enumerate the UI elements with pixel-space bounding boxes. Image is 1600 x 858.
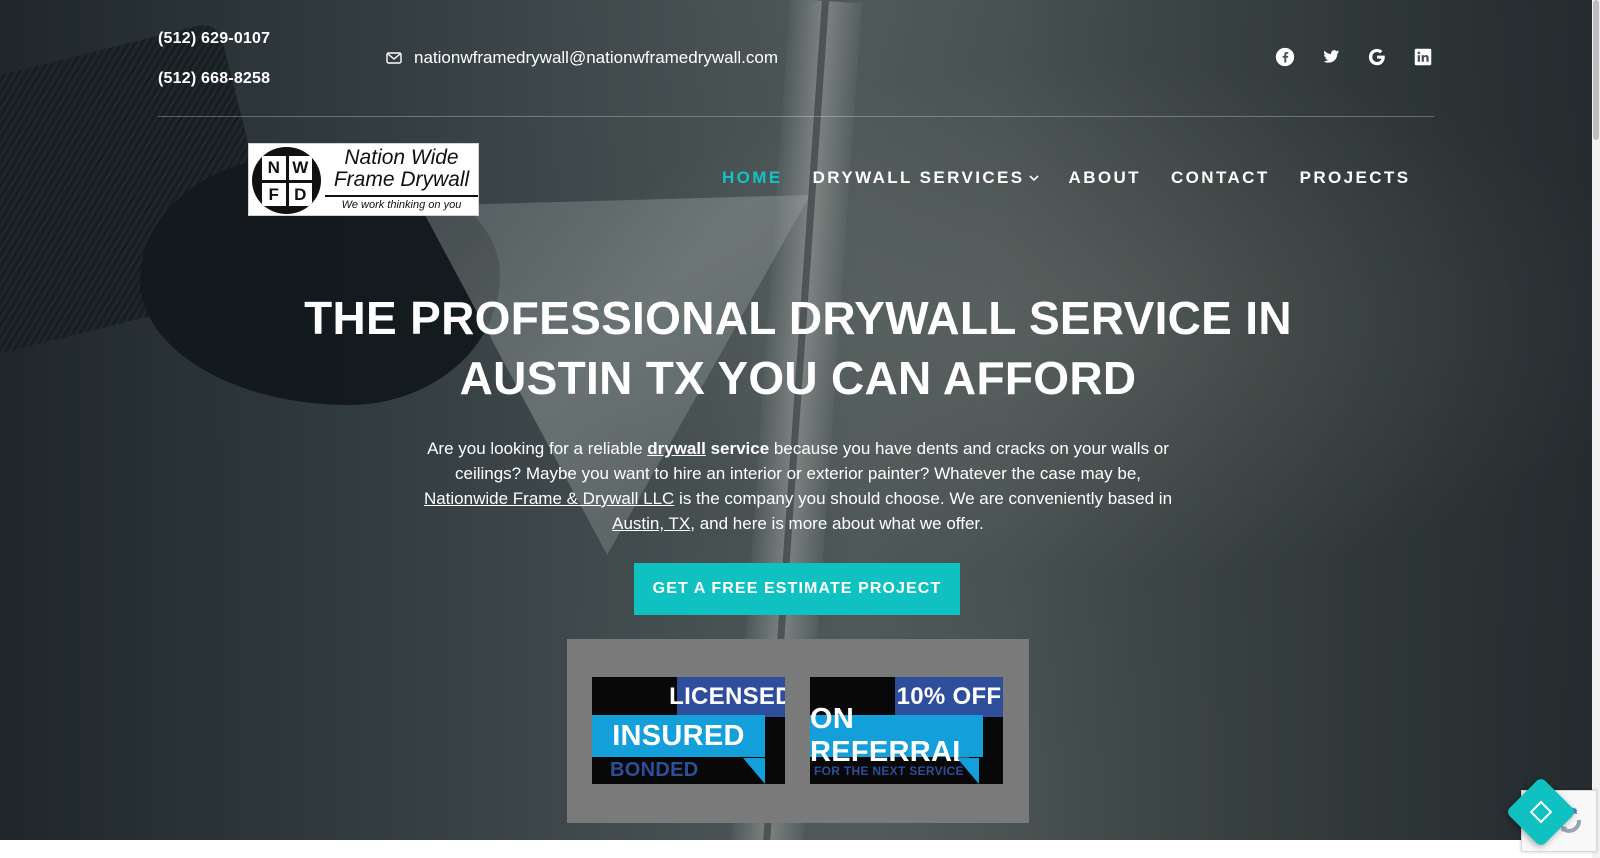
badge-ribbon-tail bbox=[957, 758, 979, 784]
phone-link-1[interactable]: (512) 629-0107 bbox=[158, 30, 270, 48]
nav-contact[interactable]: CONTACT bbox=[1171, 168, 1270, 188]
twitter-icon[interactable] bbox=[1320, 46, 1342, 68]
scrollbar-thumb[interactable] bbox=[1593, 0, 1599, 140]
company-link[interactable]: Nationwide Frame & Drywall LLC bbox=[424, 489, 674, 508]
social-links bbox=[1274, 46, 1434, 68]
email-contact[interactable]: nationwframedrywall@nationwframedrywall.… bbox=[386, 48, 778, 68]
nav-projects[interactable]: PROJECTS bbox=[1300, 168, 1411, 188]
drywall-link-text: drywall bbox=[647, 439, 706, 458]
logo-letter-grid: N W F D bbox=[262, 156, 312, 206]
nav-about[interactable]: ABOUT bbox=[1069, 168, 1141, 188]
licensed-insured-bonded-badge: LICENSED INSURED BONDED bbox=[592, 677, 785, 784]
nav-home-label: HOME bbox=[722, 168, 783, 187]
email-address[interactable]: nationwframedrywall@nationwframedrywall.… bbox=[414, 48, 778, 68]
top-contact-bar: (512) 629-0107 (512) 668-8258 nationwfra… bbox=[158, 22, 1434, 102]
logo-letter-w: W bbox=[288, 156, 312, 180]
header-divider bbox=[158, 116, 1434, 117]
referral-discount-badge: 10% OFF ON REFERRAL FOR THE NEXT SERVICE bbox=[810, 677, 1003, 784]
main-navigation: HOME DRYWALL SERVICES ABOUT CONTACT PROJ… bbox=[722, 168, 1410, 188]
logo-badge: N W F D bbox=[252, 147, 321, 214]
envelope-icon bbox=[386, 52, 402, 64]
badge-bonded-text: BONDED bbox=[610, 759, 699, 781]
page: (512) 629-0107 (512) 668-8258 nationwfra… bbox=[0, 0, 1600, 858]
hero-title-line-1: THE PROFESSIONAL DRYWALL SERVICE IN bbox=[304, 292, 1292, 344]
hero-title-line-2: AUSTIN TX YOU CAN AFFORD bbox=[459, 352, 1137, 404]
hero-description: Are you looking for a reliable drywall s… bbox=[420, 436, 1176, 536]
page-scrollbar[interactable] bbox=[1592, 0, 1600, 858]
linkedin-icon[interactable] bbox=[1412, 46, 1434, 68]
badge-ribbon-tail bbox=[743, 758, 765, 784]
free-estimate-button[interactable]: GET A FREE ESTIMATE PROJECT bbox=[634, 563, 960, 615]
diamond-icon bbox=[1529, 800, 1553, 824]
logo-letter-n: N bbox=[262, 156, 286, 180]
logo-tagline: We work thinking on you bbox=[325, 195, 478, 213]
location-link[interactable]: Austin, TX bbox=[612, 514, 690, 533]
hero-copy-part-4: is the company you should choose. We are… bbox=[674, 489, 1173, 508]
drywall-link[interactable]: drywall bbox=[647, 439, 706, 458]
logo-letter-d: D bbox=[288, 182, 312, 206]
badge-licensed-text: LICENSED bbox=[669, 677, 785, 717]
phone-link-2[interactable]: (512) 668-8258 bbox=[158, 70, 270, 88]
badge-next-service-text: FOR THE NEXT SERVICE bbox=[814, 764, 964, 778]
chevron-down-icon bbox=[1028, 175, 1039, 181]
nav-about-label: ABOUT bbox=[1068, 168, 1141, 187]
badge-referral-text: ON REFERRAL bbox=[810, 703, 983, 768]
nav-drywall-services-label: DRYWALL SERVICES bbox=[812, 168, 1025, 187]
hero-section: (512) 629-0107 (512) 668-8258 nationwfra… bbox=[0, 0, 1596, 840]
badge-insured-text: INSURED bbox=[592, 715, 765, 757]
brand-logo[interactable]: N W F D Nation Wide Frame Drywall We wor… bbox=[248, 143, 479, 216]
hero-copy-part-1: Are you looking for a reliable bbox=[427, 439, 648, 458]
nav-contact-label: CONTACT bbox=[1170, 168, 1270, 187]
logo-company-name: Nation Wide Frame Drywall bbox=[333, 146, 470, 191]
hero-copy-part-5: , and here is more about what we offer. bbox=[690, 514, 984, 533]
trust-badge-panel: LICENSED INSURED BONDED 10% OFF ON REFER… bbox=[567, 639, 1029, 823]
nav-projects-label: PROJECTS bbox=[1299, 168, 1411, 187]
google-icon[interactable] bbox=[1366, 46, 1388, 68]
hero-title: THE PROFESSIONAL DRYWALL SERVICE IN AUST… bbox=[248, 288, 1348, 408]
service-text: service bbox=[710, 439, 770, 458]
facebook-icon[interactable] bbox=[1274, 46, 1296, 68]
nav-drywall-services[interactable]: DRYWALL SERVICES bbox=[813, 168, 1039, 188]
logo-letter-f: F bbox=[262, 182, 286, 206]
nav-home[interactable]: HOME bbox=[722, 168, 783, 188]
